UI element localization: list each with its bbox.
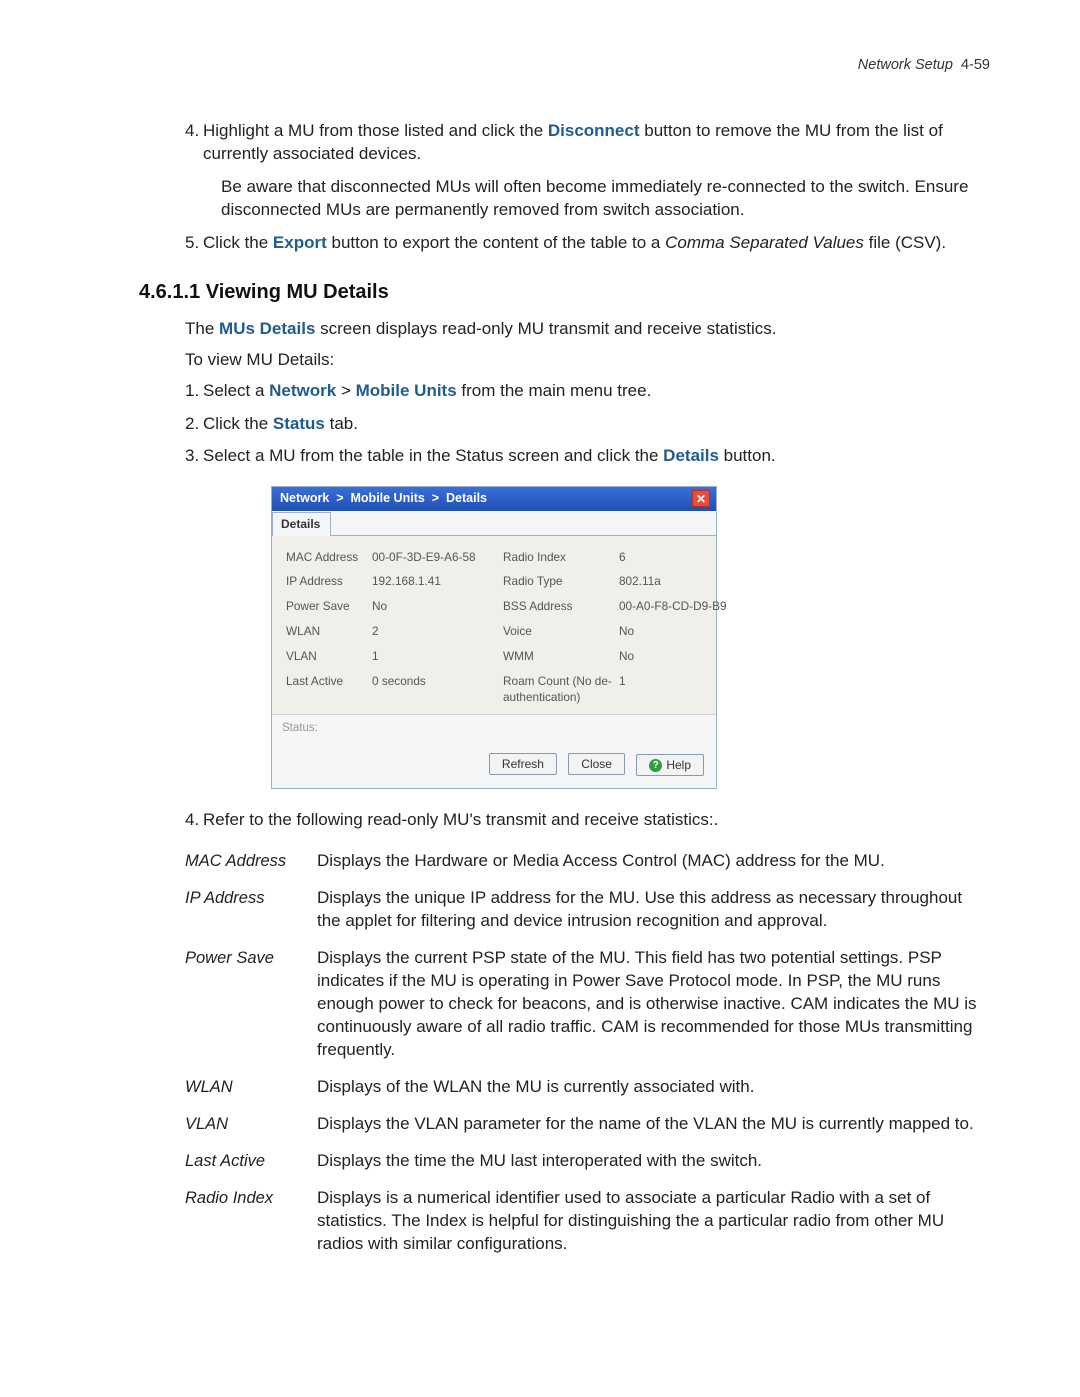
field-value: 1	[372, 649, 497, 665]
field-label: VLAN	[286, 649, 366, 665]
definition-desc: Displays the unique IP address for the M…	[317, 887, 990, 933]
intro-paragraph: The MUs Details screen displays read-onl…	[185, 318, 990, 341]
field-value: 6	[619, 550, 734, 566]
refresh-button[interactable]: Refresh	[489, 753, 557, 775]
step-4: 4. Highlight a MU from those listed and …	[185, 120, 990, 222]
field-label: IP Address	[286, 574, 366, 590]
tab-details[interactable]: Details	[272, 512, 331, 535]
header-section: Network Setup	[858, 57, 953, 73]
field-label: Power Save	[286, 599, 366, 615]
section-heading: 4.6.1.1 Viewing MU Details	[139, 279, 990, 306]
definition-term: Last Active	[185, 1150, 317, 1172]
step-4-note: Be aware that disconnected MUs will ofte…	[221, 176, 990, 222]
definition-desc: Displays the current PSP state of the MU…	[317, 947, 990, 1062]
definitions-table: MAC AddressDisplays the Hardware or Medi…	[185, 850, 990, 1255]
definition-desc: Displays is a numerical identifier used …	[317, 1187, 990, 1256]
content-body: 4. Highlight a MU from those listed and …	[185, 120, 990, 1255]
definition-row: Radio IndexDisplays is a numerical ident…	[185, 1187, 990, 1256]
close-icon[interactable]: ✕	[692, 490, 710, 507]
step-text: Click the Export button to export the co…	[203, 233, 946, 252]
document-page: Network Setup 4-59 4. Highlight a MU fro…	[0, 0, 1080, 1397]
step-5: 5. Click the Export button to export the…	[185, 232, 990, 255]
field-value: 1	[619, 674, 734, 706]
field-value: 802.11a	[619, 574, 734, 590]
help-icon: ?	[649, 759, 662, 772]
step-num: 5.	[185, 232, 199, 255]
substep-1: 1. Select a Network > Mobile Units from …	[185, 380, 990, 403]
mus-details-keyword: MUs Details	[219, 319, 315, 338]
definition-desc: Displays the time the MU last interopera…	[317, 1150, 990, 1173]
definition-term: Radio Index	[185, 1187, 317, 1209]
definition-desc: Displays the VLAN parameter for the name…	[317, 1113, 990, 1136]
substep-3: 3. Select a MU from the table in the Sta…	[185, 445, 990, 468]
tab-row: Details	[272, 511, 716, 535]
breadcrumb: Network > Mobile Units > Details	[280, 490, 487, 507]
definition-row: WLANDisplays of the WLAN the MU is curre…	[185, 1076, 990, 1099]
field-value: 00-A0-F8-CD-D9-B9	[619, 599, 734, 615]
field-value: 192.168.1.41	[372, 574, 497, 590]
definition-row: Power SaveDisplays the current PSP state…	[185, 947, 990, 1062]
definition-term: VLAN	[185, 1113, 317, 1135]
status-bar: Status:	[272, 714, 716, 743]
field-value: 0 seconds	[372, 674, 497, 706]
disconnect-keyword: Disconnect	[548, 121, 640, 140]
substep-2: 2. Click the Status tab.	[185, 413, 990, 436]
details-panel: MAC Address00-0F-3D-E9-A6-58Radio Index6…	[272, 536, 716, 714]
definition-desc: Displays the Hardware or Media Access Co…	[317, 850, 990, 873]
definition-term: IP Address	[185, 887, 317, 909]
field-label: Roam Count (No de-authentication)	[503, 674, 613, 706]
step-num: 4.	[185, 120, 199, 143]
button-row: Refresh Close ?Help	[272, 743, 716, 789]
field-value: 00-0F-3D-E9-A6-58	[372, 550, 497, 566]
export-keyword: Export	[273, 233, 327, 252]
step-text: Highlight a MU from those listed and cli…	[203, 121, 943, 163]
definition-term: WLAN	[185, 1076, 317, 1098]
field-value: No	[372, 599, 497, 615]
definition-row: VLANDisplays the VLAN parameter for the …	[185, 1113, 990, 1136]
field-label: Voice	[503, 624, 613, 640]
definition-row: Last ActiveDisplays the time the MU last…	[185, 1150, 990, 1173]
intro-2: To view MU Details:	[185, 349, 990, 372]
definition-row: MAC AddressDisplays the Hardware or Medi…	[185, 850, 990, 873]
page-header: Network Setup 4-59	[858, 56, 990, 76]
field-label: WMM	[503, 649, 613, 665]
definition-term: Power Save	[185, 947, 317, 969]
details-window: Network > Mobile Units > Details ✕ Detai…	[271, 486, 717, 789]
window-titlebar: Network > Mobile Units > Details ✕	[272, 487, 716, 511]
page-number: 4-59	[961, 57, 990, 73]
field-value: No	[619, 649, 734, 665]
field-label: Radio Type	[503, 574, 613, 590]
field-value: No	[619, 624, 734, 640]
field-value: 2	[372, 624, 497, 640]
help-button[interactable]: ?Help	[636, 754, 704, 776]
field-label: BSS Address	[503, 599, 613, 615]
definition-desc: Displays of the WLAN the MU is currently…	[317, 1076, 990, 1099]
field-label: Last Active	[286, 674, 366, 706]
field-label: Radio Index	[503, 550, 613, 566]
field-label: MAC Address	[286, 550, 366, 566]
definition-term: MAC Address	[185, 850, 317, 872]
definition-row: IP AddressDisplays the unique IP address…	[185, 887, 990, 933]
substep-4: 4. Refer to the following read-only MU's…	[185, 809, 990, 832]
field-label: WLAN	[286, 624, 366, 640]
close-button[interactable]: Close	[568, 753, 625, 775]
